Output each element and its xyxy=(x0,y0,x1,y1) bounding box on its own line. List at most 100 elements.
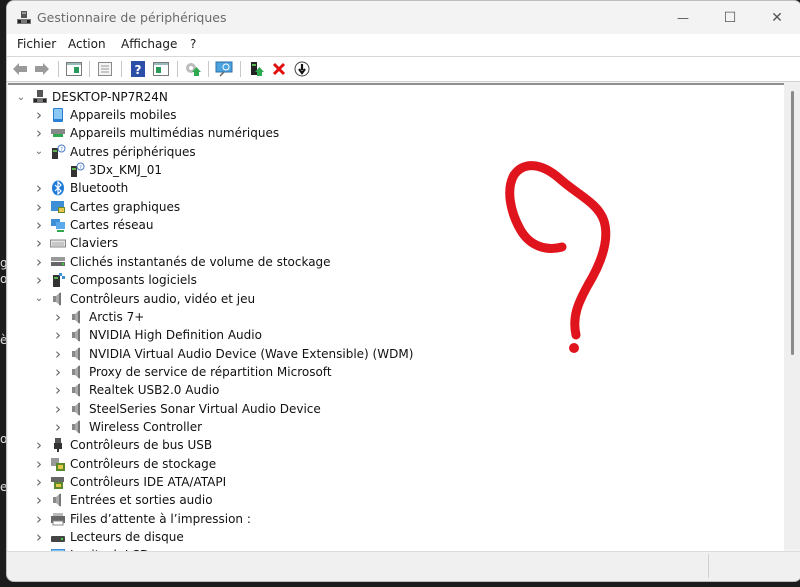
tree-device[interactable]: › SteelSeries Sonar Virtual Audio Device xyxy=(51,400,321,418)
help-button[interactable]: ? xyxy=(129,60,147,78)
tree-category[interactable]: › Cartes réseau xyxy=(32,216,153,234)
printer-icon xyxy=(50,511,66,527)
update-driver-button[interactable] xyxy=(184,60,202,78)
forward-button[interactable] xyxy=(33,60,51,78)
chevron-down-icon[interactable]: ⌄ xyxy=(14,90,28,104)
status-bar-divider xyxy=(708,554,709,578)
chevron-right-icon[interactable]: › xyxy=(32,216,46,234)
tree-category[interactable]: › Appareils multimédias numériques xyxy=(32,124,279,142)
tree-category[interactable]: › Contrôleurs de stockage xyxy=(32,455,216,473)
tree-category[interactable]: ⌄ Contrôleurs audio, vidéo et jeu xyxy=(32,290,255,308)
tree-device[interactable]: › NVIDIA High Definition Audio xyxy=(51,326,262,344)
tree-category[interactable]: › Cartes graphiques xyxy=(32,198,180,216)
question-mark-dot xyxy=(569,343,579,353)
tree-category[interactable]: › Entrées et sorties audio xyxy=(32,491,213,509)
show-hide-console-tree-button[interactable] xyxy=(65,60,83,78)
status-bar xyxy=(7,551,800,581)
close-button[interactable]: ✕ xyxy=(754,5,800,31)
unknown-device-icon: ? xyxy=(69,162,85,178)
window-title: Gestionnaire de périphériques xyxy=(37,10,227,25)
chevron-down-icon[interactable]: ⌄ xyxy=(32,145,46,159)
tree-category[interactable]: › Appareils mobiles xyxy=(32,106,177,124)
disable-device-icon xyxy=(294,61,310,77)
minimize-button[interactable]: — xyxy=(660,5,706,31)
chevron-right-icon[interactable]: › xyxy=(32,271,46,289)
chevron-right-icon[interactable]: › xyxy=(32,528,46,546)
tree-item-label: Bluetooth xyxy=(70,181,129,196)
chevron-right-icon[interactable]: › xyxy=(51,400,65,418)
speaker-icon xyxy=(50,291,66,307)
tree-category[interactable]: › Contrôleurs de bus USB xyxy=(32,436,212,454)
scrollbar-thumb[interactable] xyxy=(791,91,794,355)
toolbar-separator xyxy=(121,61,122,77)
title-bar[interactable]: Gestionnaire de périphériques — ☐ ✕ xyxy=(7,1,800,34)
tree-category[interactable]: › Bluetooth xyxy=(32,179,128,197)
usb-icon xyxy=(50,437,66,453)
chevron-right-icon[interactable]: › xyxy=(51,363,65,381)
tree-item-label: Appareils mobiles xyxy=(70,108,177,122)
tree-category[interactable]: › Contrôleurs IDE ATA/ATAPI xyxy=(32,473,226,491)
chevron-right-icon[interactable]: › xyxy=(32,473,46,491)
chevron-right-icon[interactable]: › xyxy=(51,345,65,363)
menu-action[interactable]: Action xyxy=(68,37,106,51)
tree-category[interactable]: › Lecteurs de disque xyxy=(32,528,184,546)
tree-root[interactable]: ⌄ DESKTOP-NP7R24N xyxy=(14,88,168,106)
enable-device-button[interactable] xyxy=(248,60,266,78)
maximize-button[interactable]: ☐ xyxy=(707,5,753,31)
chevron-right-icon[interactable]: › xyxy=(51,381,65,399)
chevron-right-icon[interactable]: › xyxy=(32,491,46,509)
back-button[interactable] xyxy=(11,60,29,78)
device-tree: ⌄ DESKTOP-NP7R24N › Appareils mobiles › App… xyxy=(8,83,784,551)
svg-text:?: ? xyxy=(79,165,82,171)
scan-hardware-button[interactable] xyxy=(215,60,233,78)
computer-icon xyxy=(32,89,48,105)
menu-bar: Fichier Action Affichage ? xyxy=(7,34,800,57)
tree-device[interactable]: › Proxy de service de répartition Microso… xyxy=(51,363,332,381)
uninstall-device-button[interactable] xyxy=(270,60,288,78)
properties-button[interactable] xyxy=(96,60,114,78)
chevron-right-icon[interactable]: › xyxy=(32,436,46,454)
tree-device[interactable]: › NVIDIA Virtual Audio Device (Wave Exten… xyxy=(51,345,413,363)
chevron-right-icon[interactable]: › xyxy=(32,455,46,473)
chevron-right-icon[interactable]: › xyxy=(51,308,65,326)
menu-affichage[interactable]: Affichage xyxy=(121,37,177,51)
disable-device-button[interactable] xyxy=(293,60,311,78)
question-mark-curve xyxy=(505,161,611,340)
chevron-right-icon[interactable]: › xyxy=(51,326,65,344)
tree-category[interactable]: › Claviers xyxy=(32,234,118,252)
menu-fichier[interactable]: Fichier xyxy=(17,37,56,51)
chevron-right-icon[interactable]: › xyxy=(32,179,46,197)
vertical-scrollbar[interactable] xyxy=(784,83,800,549)
device-manager-app-icon xyxy=(16,10,32,26)
chevron-right-icon[interactable]: › xyxy=(32,510,46,528)
keyboard-icon xyxy=(50,235,66,251)
tree-device[interactable]: › Arctis 7+ xyxy=(51,308,144,326)
tree-category[interactable]: › Composants logiciels xyxy=(32,271,197,289)
tree-category[interactable]: › Clichés instantanés de volume de stocka… xyxy=(32,253,331,271)
chevron-right-icon[interactable]: › xyxy=(51,418,65,436)
chevron-right-icon[interactable]: › xyxy=(32,124,46,142)
chevron-right-icon[interactable]: › xyxy=(32,253,46,271)
tree-device[interactable]: › Wireless Controller xyxy=(51,418,202,436)
tree-item-label: 3Dx_KMJ_01 xyxy=(89,163,163,178)
tree-item-label: Appareils multimédias numériques xyxy=(70,126,280,141)
svg-text:?: ? xyxy=(60,147,63,153)
tree-device[interactable]: ? 3Dx_KMJ_01 xyxy=(51,161,162,179)
chevron-right-icon[interactable]: › xyxy=(32,106,46,124)
chevron-right-icon[interactable]: › xyxy=(32,198,46,216)
menu-help[interactable]: ? xyxy=(190,37,196,51)
tree-category[interactable]: ⌄? Autres périphériques xyxy=(32,143,196,161)
storage-volume-icon xyxy=(50,254,66,270)
toolbar-separator xyxy=(208,61,209,77)
chevron-right-icon[interactable]: › xyxy=(32,234,46,252)
toolbar-separator xyxy=(58,61,59,77)
show-action-pane-button[interactable] xyxy=(152,60,170,78)
network-adapter-icon xyxy=(50,217,66,233)
tree-category[interactable]: › Files d’attente à l’impression : xyxy=(32,510,251,528)
speaker-icon xyxy=(69,309,85,325)
chevron-down-icon[interactable]: ⌄ xyxy=(32,292,46,306)
tree-item-label: Realtek USB2.0 Audio xyxy=(89,383,220,398)
tree-device[interactable]: › Realtek USB2.0 Audio xyxy=(51,381,219,399)
mobile-device-icon xyxy=(50,107,66,123)
tree-item-label: Autres périphériques xyxy=(70,144,196,159)
